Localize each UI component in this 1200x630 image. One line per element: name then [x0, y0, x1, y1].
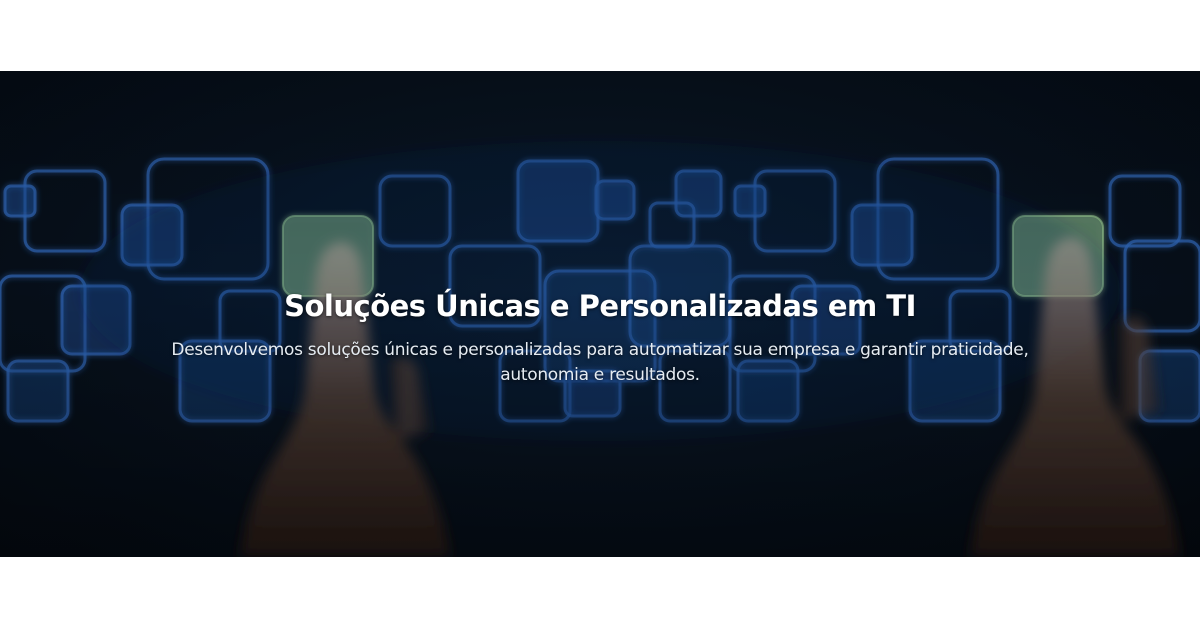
hero-subtitle: Desenvolvemos soluções únicas e personal…: [171, 340, 1029, 385]
hero-content: Soluções Únicas e Personalizadas em TI D…: [0, 286, 1200, 388]
hero-banner: Soluções Únicas e Personalizadas em TI D…: [0, 71, 1200, 557]
page: Soluções Únicas e Personalizadas em TI D…: [0, 0, 1200, 630]
hero-title: Soluções Únicas e Personalizadas em TI: [284, 289, 916, 323]
